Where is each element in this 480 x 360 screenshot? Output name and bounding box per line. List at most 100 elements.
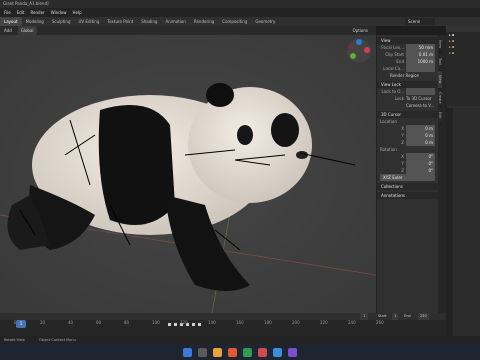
tick-label: 200: [292, 320, 300, 325]
orientation-dropdown[interactable]: Global: [17, 26, 37, 35]
tick-label: 160: [236, 320, 244, 325]
clip-end-field[interactable]: 1000 m: [406, 58, 435, 65]
x-label: X: [401, 126, 404, 131]
cursor-z-field[interactable]: 0 m: [406, 139, 435, 146]
focal-label: Focal Len...: [381, 45, 404, 50]
rz-label: Z: [401, 168, 404, 173]
navigation-gizmo[interactable]: [345, 37, 373, 65]
start-icon[interactable]: [183, 347, 192, 357]
cursor-x-field[interactable]: 0 m: [406, 125, 435, 132]
3d-cursor-section-header[interactable]: 3D Cursor: [377, 111, 438, 118]
clip-end-label: End: [396, 59, 404, 64]
focal-field[interactable]: 50 mm: [406, 44, 435, 51]
annotations-section-header[interactable]: Annotations: [377, 192, 438, 199]
top-right-bar: [275, 17, 480, 26]
tab-modeling[interactable]: Modeling: [22, 17, 48, 26]
panda-ear: [206, 83, 234, 107]
rotation-label: Rotation: [380, 147, 397, 152]
tick-label: 180: [264, 320, 272, 325]
panda-scene: [0, 35, 376, 313]
tab-shading[interactable]: Shading: [137, 17, 161, 26]
y-label: Y: [401, 133, 404, 138]
lock-label: Lock: [394, 96, 404, 101]
tab-animation[interactable]: Animation: [161, 17, 189, 26]
render-region-checkbox[interactable]: Render Region: [380, 72, 419, 79]
menu-bar: File Edit Render Window Help: [0, 8, 480, 17]
cursor-rx-field[interactable]: 0°: [406, 153, 435, 160]
menu-render[interactable]: Render: [30, 8, 44, 17]
camera-to-view-checkbox[interactable]: Camera to V...: [406, 102, 434, 109]
tab-item[interactable]: Item: [438, 35, 442, 53]
tick-label: 260: [376, 320, 384, 325]
window-title: Giant Panda_A1.blend]: [3, 1, 49, 6]
tab-view[interactable]: View: [438, 71, 442, 89]
add-menu[interactable]: Add: [4, 26, 12, 35]
os-taskbar: [0, 344, 480, 360]
tab-rendering[interactable]: Rendering: [190, 17, 218, 26]
playhead[interactable]: 1: [16, 320, 26, 328]
tab-create[interactable]: Create: [438, 89, 442, 107]
outliner-row[interactable]: ▸ ▪: [449, 50, 480, 56]
lock-to-object-label: Lock to O...: [381, 89, 404, 94]
rotation-mode-dropdown[interactable]: XYZ Euler: [380, 174, 435, 181]
menu-help[interactable]: Help: [72, 8, 81, 17]
tab-sculpting[interactable]: Sculpting: [48, 17, 75, 26]
tick-label: 80: [124, 320, 130, 325]
panda-nose: [296, 151, 308, 159]
tab-layout[interactable]: Layout: [0, 17, 22, 26]
current-frame-field[interactable]: 1: [360, 313, 369, 320]
timeline-ruler[interactable]: 0 20 40 60 80 100 120 140 160 180 200 22…: [0, 320, 446, 328]
search-icon[interactable]: [198, 347, 207, 357]
menu-window[interactable]: Window: [51, 8, 67, 17]
app-icon[interactable]: [243, 347, 252, 357]
tab-tool[interactable]: Tool: [438, 53, 442, 71]
tick-label: 220: [320, 320, 328, 325]
tab-uv-editing[interactable]: UV Editing: [75, 17, 104, 26]
status-context-menu: Object Context Menu: [38, 338, 76, 342]
collections-section-header[interactable]: Collections: [377, 183, 438, 190]
viewport-header: Add Global Options: [0, 26, 376, 35]
app-icon[interactable]: [258, 347, 267, 357]
properties-tabs[interactable]: [446, 108, 453, 346]
title-bar: Giant Panda_A1.blend]: [0, 0, 480, 8]
tab-texture-paint[interactable]: Texture Paint: [103, 17, 137, 26]
panda-eye-patch: [271, 113, 299, 147]
z-label: Z: [401, 140, 404, 145]
3d-viewport[interactable]: [0, 35, 376, 313]
to-3d-cursor-checkbox[interactable]: To 3D Cursor: [406, 95, 432, 102]
browser-icon[interactable]: [273, 347, 282, 357]
local-camera-field[interactable]: [406, 65, 435, 72]
rx-label: X: [401, 154, 404, 159]
tick-label: 120: [180, 320, 188, 325]
app-icon[interactable]: [288, 347, 297, 357]
clip-start-field[interactable]: 0.01 m: [406, 51, 435, 58]
folder-icon[interactable]: [213, 347, 222, 357]
clip-start-label: Clip Start: [385, 52, 404, 57]
tick-label: 100: [152, 320, 160, 325]
panda-head: [188, 87, 312, 203]
start-label: Start: [378, 314, 387, 318]
options-menu[interactable]: Options: [353, 26, 376, 35]
view-section-header[interactable]: View: [377, 37, 438, 44]
lock-to-object-field[interactable]: [406, 88, 435, 95]
sidebar-tabs: Item Tool View Create Edit: [438, 35, 446, 313]
start-field[interactable]: 1: [392, 313, 399, 320]
timeline-header: 1 Start 1 End 250: [0, 313, 446, 326]
tick-label: 140: [208, 320, 216, 325]
cursor-y-field[interactable]: 0 m: [406, 132, 435, 139]
status-rotate-view: Rotate View: [4, 338, 25, 342]
cursor-rz-field[interactable]: 0°: [406, 167, 435, 174]
local-camera-label: Local Ca...: [383, 66, 404, 71]
menu-file[interactable]: File: [4, 8, 11, 17]
tab-compositing[interactable]: Compositing: [218, 17, 251, 26]
properties-editor[interactable]: [446, 108, 480, 346]
view-lock-section-header[interactable]: View Lock: [377, 81, 438, 88]
blender-icon[interactable]: [228, 347, 237, 357]
scene-selector[interactable]: Scene: [405, 18, 435, 25]
menu-edit[interactable]: Edit: [17, 8, 25, 17]
outliner[interactable]: ▸ ▪ ▸ ▪ ▸ ▪ ▸ ▪: [446, 26, 480, 106]
end-field[interactable]: 250: [418, 313, 429, 320]
end-label: End: [404, 314, 411, 318]
tab-edit[interactable]: Edit: [438, 107, 442, 125]
cursor-ry-field[interactable]: 0°: [406, 160, 435, 167]
